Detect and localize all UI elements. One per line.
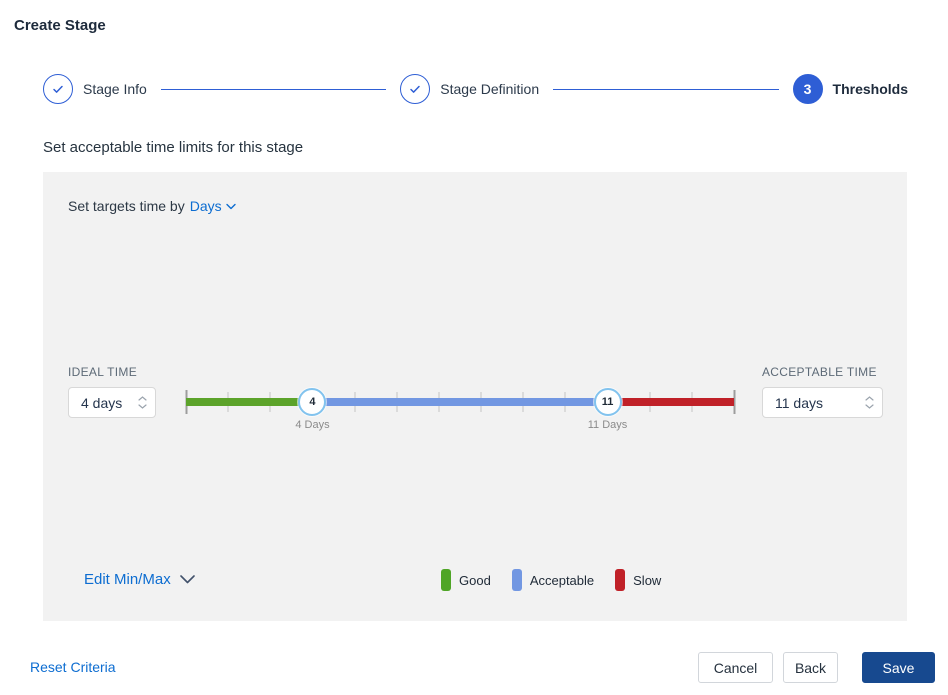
slider-handle-4[interactable]: 4 [298, 388, 326, 416]
legend: Good Acceptable Slow [441, 569, 682, 591]
stepper-connector [161, 89, 386, 90]
slider-segment-good [186, 398, 312, 406]
targets-time-row: Set targets time by Days [68, 198, 236, 214]
reset-criteria-link[interactable]: Reset Criteria [30, 659, 116, 675]
chevron-up-icon [138, 396, 147, 401]
section-heading: Set acceptable time limits for this stag… [43, 139, 303, 156]
step-label: Stage Info [83, 81, 147, 97]
step-label: Stage Definition [440, 81, 539, 97]
create-stage-dialog: Create Stage Stage Info Stage Definition… [0, 0, 948, 695]
step-complete-icon [43, 74, 73, 104]
threshold-slider[interactable]: 4 4 Days 11 11 Days [186, 388, 734, 432]
acceptable-time-label: ACCEPTABLE TIME [762, 365, 877, 379]
step-complete-icon [400, 74, 430, 104]
stepper: Stage Info Stage Definition 3 Thresholds [43, 74, 908, 104]
chevron-down-icon [865, 404, 874, 409]
ideal-time-field [68, 387, 156, 418]
legend-label: Slow [633, 573, 661, 588]
step-number-badge: 3 [793, 74, 823, 104]
slow-swatch [615, 569, 625, 591]
ideal-time-label: IDEAL TIME [68, 365, 137, 379]
stepper-connector [553, 89, 778, 90]
chevron-down-icon [226, 203, 236, 210]
targets-unit-dropdown[interactable]: Days [190, 198, 236, 214]
save-button[interactable]: Save [862, 652, 935, 683]
legend-item-acceptable: Acceptable [512, 569, 594, 591]
step-stage-definition[interactable]: Stage Definition [400, 74, 539, 104]
chevron-down-icon [138, 404, 147, 409]
good-swatch [441, 569, 451, 591]
legend-label: Acceptable [530, 573, 594, 588]
edit-minmax-label: Edit Min/Max [84, 571, 171, 588]
ideal-time-stepper[interactable] [138, 388, 147, 417]
acceptable-time-field [762, 387, 883, 418]
acceptable-time-stepper[interactable] [865, 388, 874, 417]
cancel-button[interactable]: Cancel [698, 652, 773, 683]
targets-unit-value: Days [190, 198, 222, 214]
slider-handle-label: 11 Days [588, 419, 628, 431]
chevron-up-icon [865, 396, 874, 401]
legend-item-slow: Slow [615, 569, 661, 591]
step-thresholds[interactable]: 3 Thresholds [793, 74, 908, 104]
slider-handle-11[interactable]: 11 [594, 388, 622, 416]
slider-segment-slow [608, 398, 734, 406]
chevron-down-icon [180, 575, 195, 584]
step-stage-info[interactable]: Stage Info [43, 74, 147, 104]
acceptable-swatch [512, 569, 522, 591]
slider-segment-acceptable [312, 398, 607, 406]
legend-label: Good [459, 573, 491, 588]
page-title: Create Stage [14, 17, 106, 34]
step-label: Thresholds [833, 81, 908, 97]
slider-handle-label: 4 Days [295, 419, 329, 431]
back-button[interactable]: Back [783, 652, 838, 683]
legend-item-good: Good [441, 569, 491, 591]
edit-minmax-link[interactable]: Edit Min/Max [84, 571, 195, 588]
targets-prefix-label: Set targets time by [68, 198, 185, 214]
